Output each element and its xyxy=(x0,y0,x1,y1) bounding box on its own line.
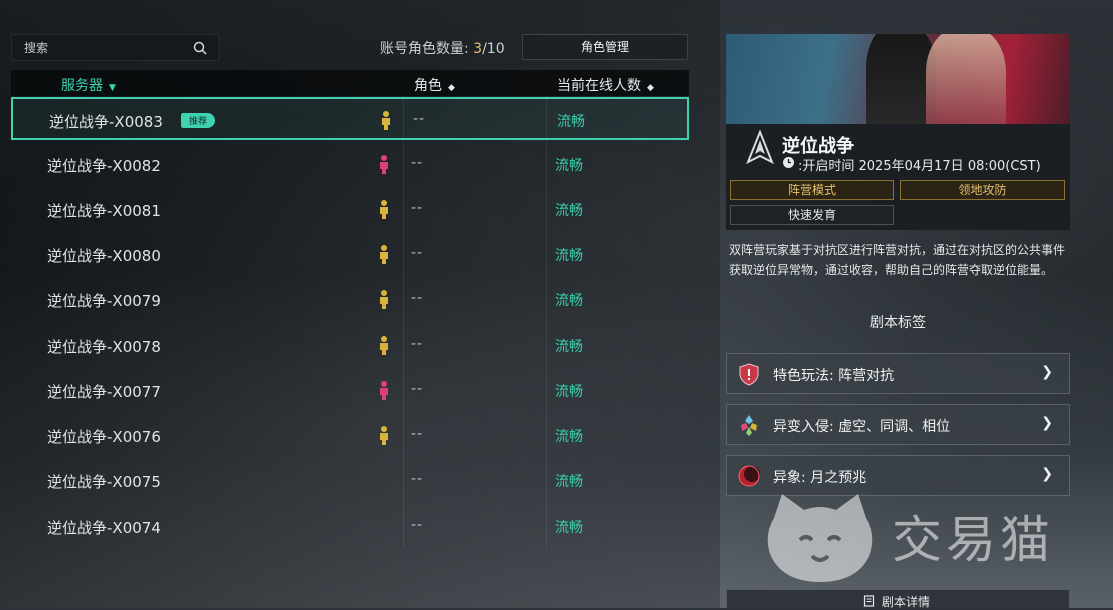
role-person-icon xyxy=(380,155,388,174)
watermark: 交易猫 xyxy=(760,488,1090,588)
sort-toggle-icon: ◆ xyxy=(647,83,654,93)
header-role-label: 角色 xyxy=(414,78,442,94)
tag-territory: 领地攻防 xyxy=(900,180,1065,200)
cat-logo-icon xyxy=(767,494,873,582)
role-person-icon xyxy=(380,426,388,445)
server-row[interactable]: 逆位战争-X0081 -- 流畅 xyxy=(11,188,689,231)
role-person-icon xyxy=(380,200,388,219)
role-value: -- xyxy=(411,336,424,352)
scenario-logo-icon xyxy=(746,130,774,165)
role-person-icon xyxy=(380,290,388,309)
header-server[interactable]: 服务器 ▼ xyxy=(61,75,116,95)
role-value: -- xyxy=(413,111,426,127)
role-person-icon xyxy=(380,336,388,355)
online-status: 流畅 xyxy=(557,114,585,130)
header-server-label: 服务器 xyxy=(61,78,103,94)
server-row[interactable]: 逆位战争-X0083 推荐 -- 流畅 xyxy=(11,97,689,140)
chevron-right-icon: ❯ xyxy=(1041,415,1053,431)
server-name: 逆位战争-X0076 xyxy=(47,428,161,446)
server-name: 逆位战争-X0083 xyxy=(49,113,163,131)
role-value: -- xyxy=(411,517,424,533)
search-icon[interactable] xyxy=(192,40,208,56)
role-value: -- xyxy=(411,290,424,306)
feature-camp-battle[interactable]: 特色玩法: 阵营对抗 ❯ xyxy=(726,353,1070,394)
moon-omen-icon xyxy=(738,465,760,487)
server-row[interactable]: 逆位战争-X0082 -- 流畅 xyxy=(11,143,689,186)
scenario-detail-button[interactable]: 剧本详情 xyxy=(726,589,1070,609)
open-time: :开启时间 2025年04月17日 08:00(CST) xyxy=(798,159,1041,174)
scenario-description: 双阵营玩家基于对抗区进行阵营对抗，通过在对抗区的公共事件获取逆位异常物，通过收容… xyxy=(729,243,1066,277)
server-name: 逆位战争-X0081 xyxy=(47,202,161,220)
account-role-count: 账号角色数量: 3/10 xyxy=(380,38,505,58)
search-input[interactable] xyxy=(22,40,196,56)
chevron-right-icon: ❯ xyxy=(1041,466,1053,482)
online-status: 流畅 xyxy=(555,293,583,309)
role-person-icon xyxy=(382,111,390,130)
crystal-icon xyxy=(741,415,757,436)
sort-down-icon: ▼ xyxy=(109,83,116,93)
account-role-count-label: 账号角色数量: xyxy=(380,41,469,57)
feature-label: 特色玩法: 阵营对抗 xyxy=(773,368,895,384)
server-name: 逆位战争-X0079 xyxy=(47,292,161,310)
online-status: 流畅 xyxy=(555,474,583,490)
feature-mutation-invasion[interactable]: 异变入侵: 虚空、同调、相位 ❯ xyxy=(726,404,1070,445)
scenario-detail-label: 剧本详情 xyxy=(882,595,931,609)
scenario-card: 逆位战争 :开启时间 2025年04月17日 08:00(CST) 阵营模式 领… xyxy=(726,34,1070,230)
character-art xyxy=(926,34,1006,124)
role-value: -- xyxy=(411,426,424,442)
online-status: 流畅 xyxy=(555,520,583,536)
online-status: 流畅 xyxy=(555,248,583,264)
server-name: 逆位战争-X0082 xyxy=(47,157,161,175)
server-row[interactable]: 逆位战争-X0076 -- 流畅 xyxy=(11,414,689,457)
shield-icon xyxy=(739,363,759,386)
watermark-text: 交易猫 xyxy=(892,511,1054,569)
role-manage-button[interactable]: 角色管理 xyxy=(522,34,688,60)
online-status: 流畅 xyxy=(555,339,583,355)
online-status: 流畅 xyxy=(555,429,583,445)
search-box[interactable] xyxy=(11,34,219,61)
tag-fast-growth: 快速发育 xyxy=(730,205,894,225)
account-role-count-current: 3 xyxy=(473,41,483,57)
scenario-tags-title: 剧本标签 xyxy=(870,315,926,331)
document-icon xyxy=(863,595,875,607)
chevron-right-icon: ❯ xyxy=(1041,364,1053,380)
role-value: -- xyxy=(411,471,424,487)
server-row[interactable]: 逆位战争-X0080 -- 流畅 xyxy=(11,233,689,276)
feature-label: 异象: 月之预兆 xyxy=(773,470,867,486)
role-person-icon xyxy=(380,245,388,264)
server-name: 逆位战争-X0080 xyxy=(47,247,161,265)
server-row[interactable]: 逆位战争-X0079 -- 流畅 xyxy=(11,278,689,321)
role-value: -- xyxy=(411,245,424,261)
header-online-label: 当前在线人数 xyxy=(557,78,641,94)
feature-label: 异变入侵: 虚空、同调、相位 xyxy=(773,419,951,435)
scenario-banner-image xyxy=(726,34,1070,124)
server-name: 逆位战争-X0074 xyxy=(47,519,161,537)
role-value: -- xyxy=(411,155,424,171)
role-value: -- xyxy=(411,381,424,397)
clock-icon xyxy=(783,157,794,168)
role-value: -- xyxy=(411,200,424,216)
server-name: 逆位战争-X0075 xyxy=(47,473,161,491)
server-row[interactable]: 逆位战争-X0074 -- 流畅 xyxy=(11,505,689,548)
header-role[interactable]: 角色 ◆ xyxy=(414,75,455,95)
server-name: 逆位战争-X0077 xyxy=(47,383,161,401)
sort-toggle-icon: ◆ xyxy=(448,83,455,93)
account-role-count-max: /10 xyxy=(482,41,505,57)
tag-camp-mode: 阵营模式 xyxy=(730,180,894,200)
server-table-header: 服务器 ▼ 角色 ◆ 当前在线人数 ◆ xyxy=(11,70,689,96)
server-row[interactable]: 逆位战争-X0075 -- 流畅 xyxy=(11,459,689,502)
online-status: 流畅 xyxy=(555,384,583,400)
server-row[interactable]: 逆位战争-X0078 -- 流畅 xyxy=(11,324,689,367)
online-status: 流畅 xyxy=(555,203,583,219)
recommend-badge: 推荐 xyxy=(181,113,216,128)
server-name: 逆位战争-X0078 xyxy=(47,338,161,356)
header-online[interactable]: 当前在线人数 ◆ xyxy=(557,75,654,95)
role-person-icon xyxy=(380,381,388,400)
online-status: 流畅 xyxy=(555,158,583,174)
server-row[interactable]: 逆位战争-X0077 -- 流畅 xyxy=(11,369,689,412)
